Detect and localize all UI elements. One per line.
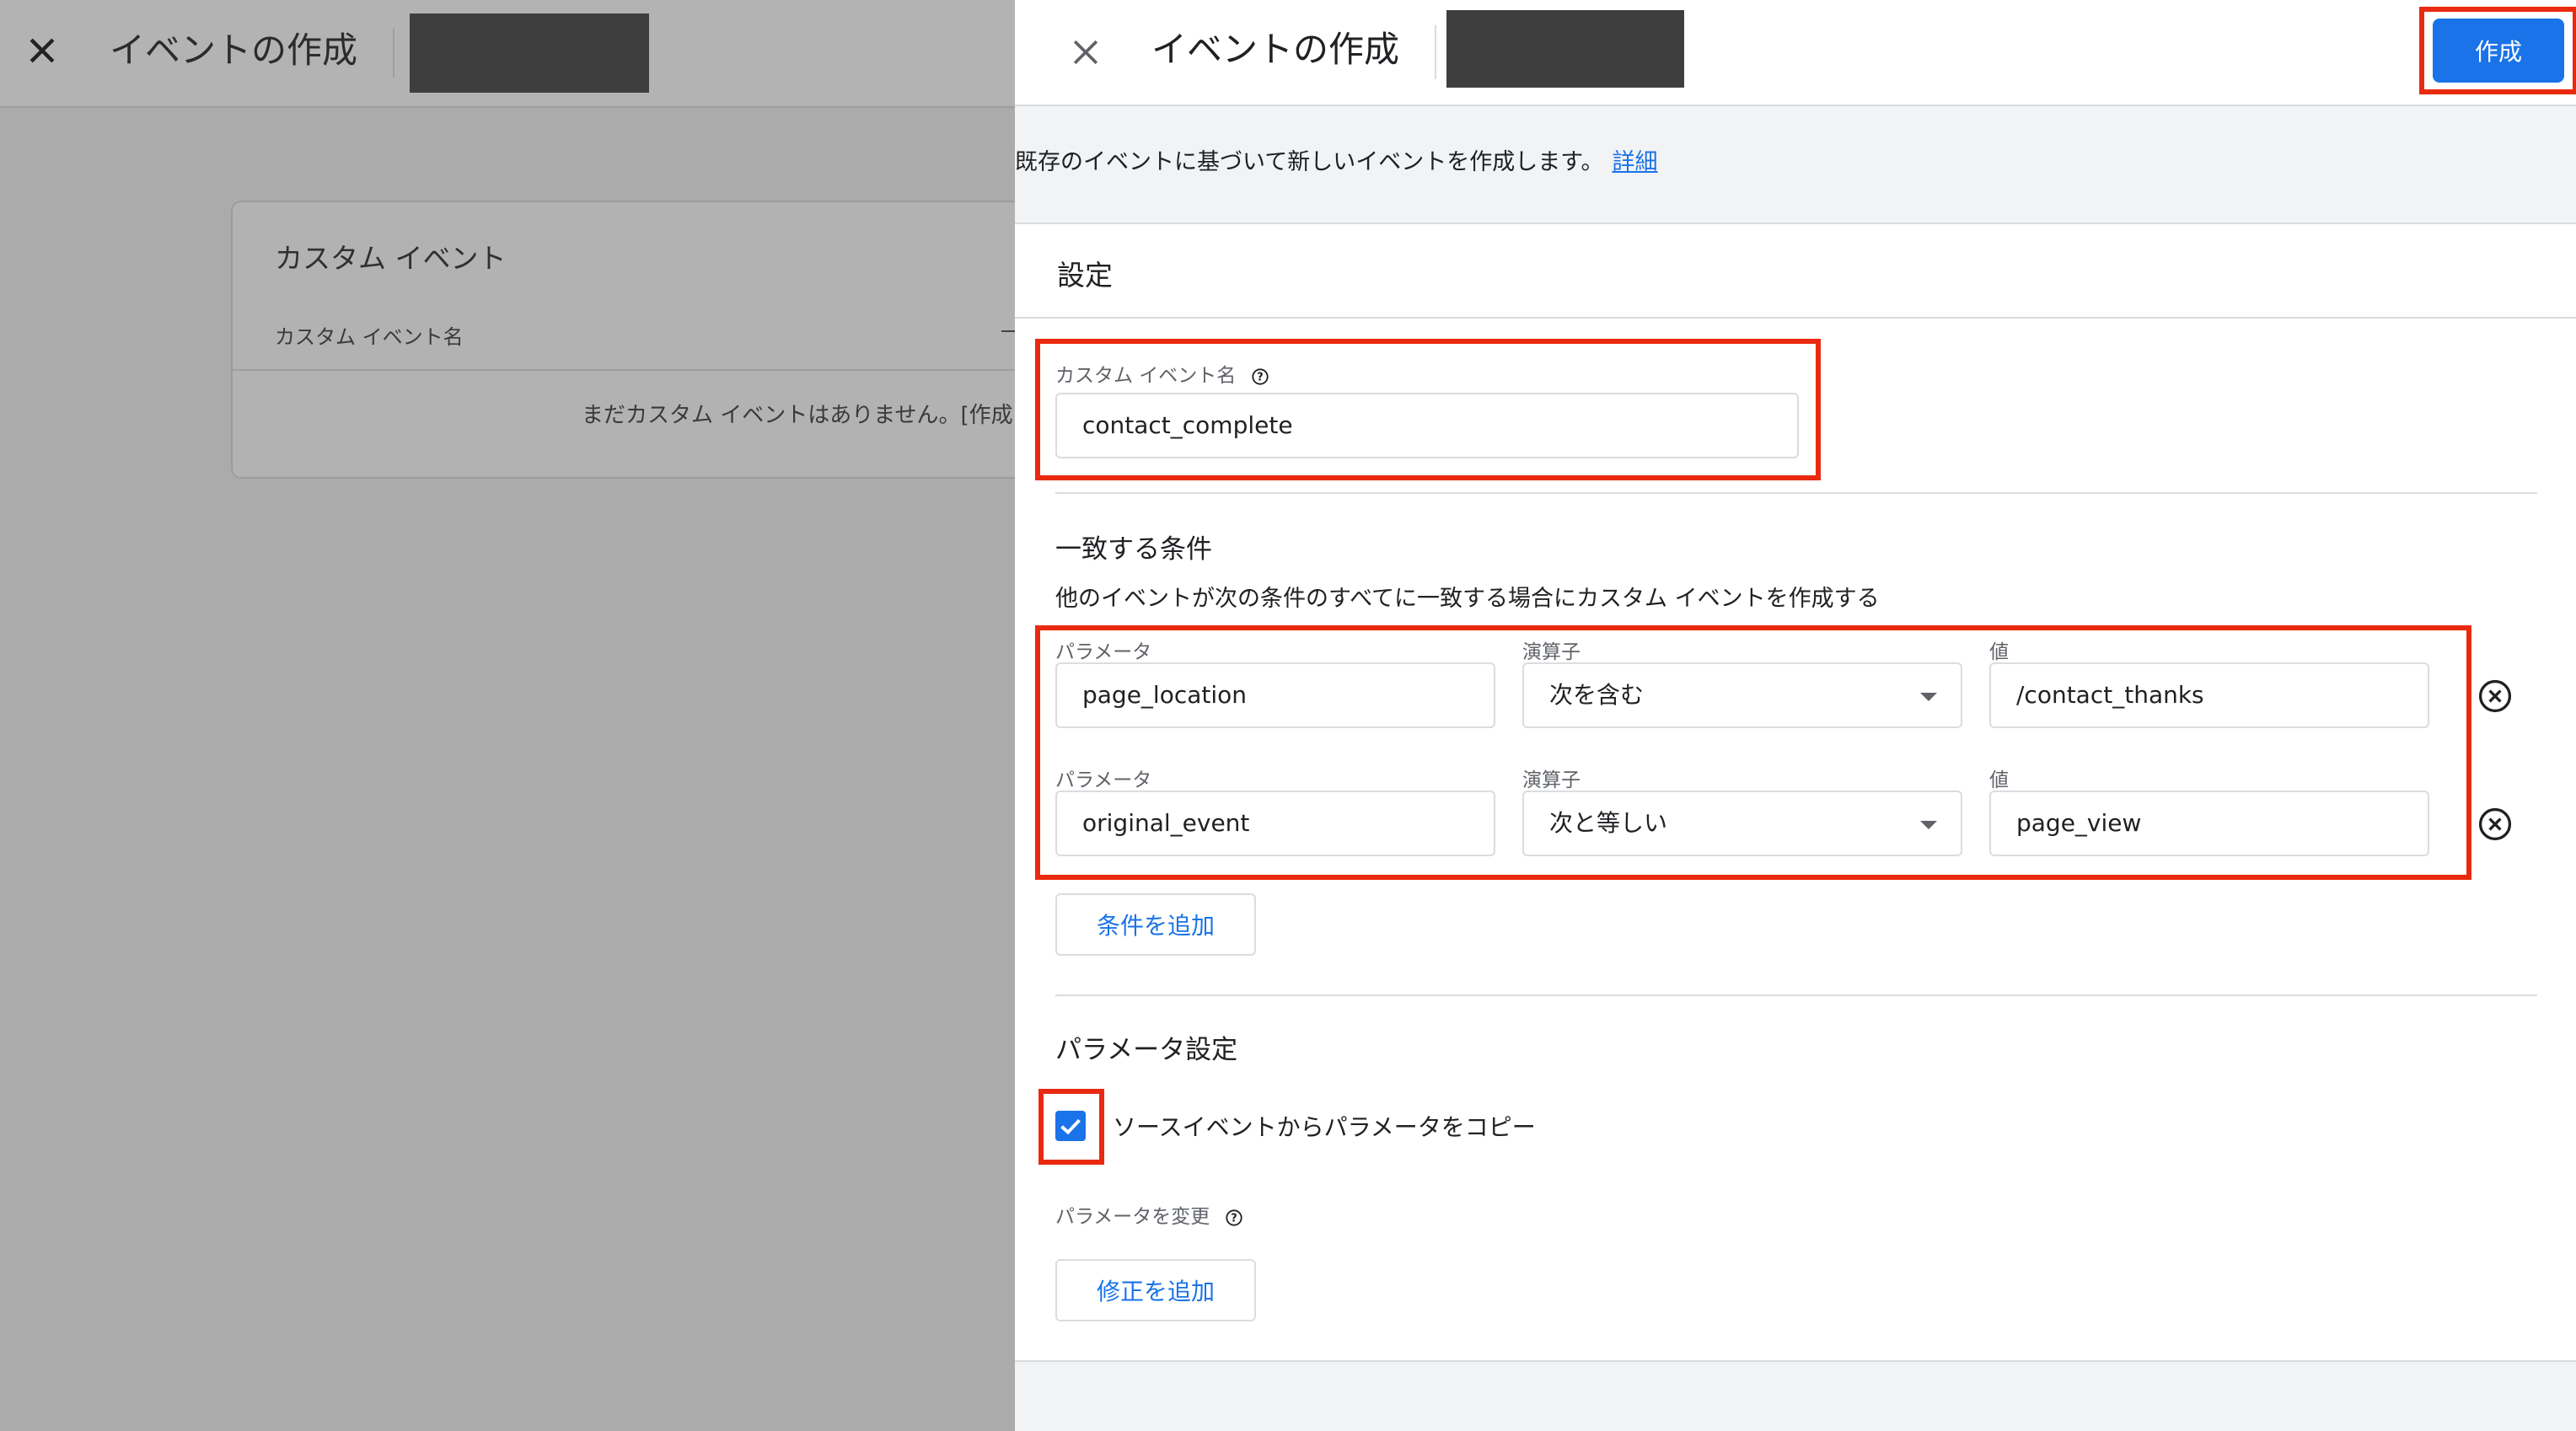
settings-title: 設定 <box>1057 259 1113 292</box>
event-name-label-text: カスタム イベント名 <box>1055 365 1237 387</box>
divider <box>1055 492 2537 494</box>
operator-select[interactable]: 次と等しい <box>1522 791 1962 856</box>
intro-text: 既存のイベントに基づいて新しいイベントを作成します。 詳細 <box>1015 143 1658 176</box>
copy-parameters-checkbox[interactable] <box>1055 1111 1086 1141</box>
conditions-description: 他のイベントが次の条件のすべてに一致する場合にカスタム イベントを作成する <box>1055 586 1880 612</box>
parameter-input[interactable]: page_location <box>1055 662 1495 728</box>
value-label: 値 <box>1989 769 2009 791</box>
remove-condition-icon[interactable] <box>2477 806 2514 843</box>
add-modification-button[interactable]: 修正を追加 <box>1055 1259 1256 1321</box>
remove-condition-icon[interactable] <box>2477 678 2514 715</box>
operator-select[interactable]: 次を含む <box>1522 662 1962 728</box>
close-icon[interactable] <box>1067 34 1104 71</box>
dropdown-arrow-icon <box>1920 693 1937 701</box>
event-name-label: カスタム イベント名 ? <box>1055 359 1269 388</box>
empty-message: まだカスタム イベントはありません。[作成 <box>582 403 1013 428</box>
parameter-label: パラメータ <box>1055 641 1152 663</box>
redacted-block <box>410 13 649 93</box>
background-title: イベントの作成 <box>110 29 358 71</box>
dropdown-arrow-icon <box>1920 821 1937 829</box>
operator-selected-value: 次と等しい <box>1549 809 1668 837</box>
value-input[interactable]: /contact_thanks <box>1989 662 2429 728</box>
settings-card: 設定 カスタム イベント名 ? contact_complete 一致する条件 … <box>1015 222 2576 1362</box>
help-icon[interactable]: ? <box>1225 1209 1243 1227</box>
redacted-block <box>1446 10 1684 88</box>
parameter-settings-title: パラメータ設定 <box>1055 1035 1238 1065</box>
operator-label: 演算子 <box>1522 769 1580 791</box>
create-event-panel: イベントの作成 作成 既存のイベントに基づいて新しいイベントを作成します。 詳細 … <box>1015 0 2576 1431</box>
value-input[interactable]: page_view <box>1989 791 2429 856</box>
modify-parameters-label: パラメータを変更 ? <box>1055 1200 1243 1229</box>
conditions-title: 一致する条件 <box>1055 534 1212 565</box>
svg-text:?: ? <box>1231 1212 1237 1225</box>
custom-events-card: カスタム イベント カスタム イベント名 まだカスタム イベントはありません。[… <box>231 201 1077 479</box>
card-title: カスタム イベント <box>275 242 507 275</box>
operator-label: 演算子 <box>1522 641 1580 663</box>
parameter-input[interactable]: original_event <box>1055 791 1495 856</box>
divider <box>393 29 394 78</box>
modify-parameters-label-text: パラメータを変更 <box>1055 1206 1210 1228</box>
close-icon <box>30 38 55 63</box>
create-button[interactable]: 作成 <box>2433 19 2564 83</box>
svg-text:?: ? <box>1257 371 1263 383</box>
check-icon <box>1060 1118 1081 1135</box>
panel-header: イベントの作成 作成 <box>1015 0 2576 106</box>
intro-text-body: 既存のイベントに基づいて新しいイベントを作成します。 <box>1015 149 1604 175</box>
panel-title: イベントの作成 <box>1151 29 1400 70</box>
copy-parameters-label: ソースイベントからパラメータをコピー <box>1113 1113 1536 1141</box>
event-name-input[interactable]: contact_complete <box>1055 393 1799 458</box>
value-label: 値 <box>1989 641 2009 663</box>
divider <box>233 369 1076 371</box>
divider <box>1435 25 1436 79</box>
details-link[interactable]: 詳細 <box>1613 149 1658 175</box>
parameter-label: パラメータ <box>1055 769 1152 791</box>
divider <box>1015 317 2576 319</box>
operator-selected-value: 次を含む <box>1549 681 1645 709</box>
add-condition-button[interactable]: 条件を追加 <box>1055 893 1256 956</box>
column-header: カスタム イベント名 <box>275 325 464 349</box>
divider <box>1055 994 2537 996</box>
help-icon[interactable]: ? <box>1251 367 1269 386</box>
